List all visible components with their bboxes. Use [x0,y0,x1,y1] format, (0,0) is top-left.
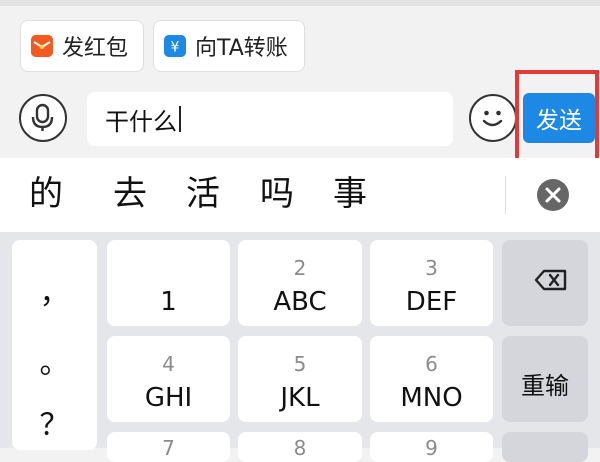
backspace-icon [534,269,567,291]
key-label: GHI [144,383,193,413]
svg-text:¥: ¥ [171,40,180,56]
yuan-transfer-icon: ¥ [164,35,186,57]
key-number: 2 [293,256,307,280]
key-2-abc[interactable]: 2 ABC [238,240,362,326]
key-label: MNO [400,383,463,413]
punctuation-column[interactable]: ， 。 ？ [12,240,97,450]
quick-actions-bar: 发红包 ¥ 向TA转账 [0,6,600,86]
voice-input-button[interactable] [19,94,67,142]
key-6-mno[interactable]: 6 MNO [370,336,493,422]
key-9[interactable]: 9 [370,432,493,462]
key-5-jkl[interactable]: 5 JKL [238,336,362,422]
key-number: 9 [425,436,438,460]
candidate-word[interactable]: 吗 [260,174,294,214]
red-envelope-icon [31,35,53,57]
candidate-word[interactable]: 去 [113,174,147,214]
key-label: JKL [280,383,320,413]
backspace-key[interactable] [502,240,588,326]
punctuation-key[interactable]: ， [12,268,97,312]
candidate-divider [505,176,506,214]
key-label: ABC [273,287,327,317]
red-packet-label: 发红包 [62,36,129,61]
key-4-ghi[interactable]: 4 GHI [107,336,230,422]
transfer-label: 向TA转账 [195,36,288,61]
key-8[interactable]: 8 [238,432,362,462]
key-number: 5 [293,352,307,376]
ime-candidate-bar: 的 去 活 吗 事 [0,158,600,232]
key-7[interactable]: 7 [107,432,230,462]
punctuation-key[interactable]: 。 [12,338,97,382]
key-number: 6 [425,352,438,376]
red-packet-button[interactable]: 发红包 [20,20,144,72]
retype-label: 重输 [521,372,569,400]
candidate-word[interactable]: 活 [186,174,220,214]
message-input-value: 干什么 [105,107,177,136]
key-1[interactable]: 1 [107,240,230,326]
text-caret [179,106,181,132]
composer-bar: 干什么 发送 [0,86,600,158]
send-button[interactable]: 发送 [523,93,595,143]
key-number: 8 [293,436,307,460]
t9-keyboard: ， 。 ？ 1 2 ABC 3 DEF 4 GHI 5 JKL 6 MNO 重输… [0,232,600,462]
candidate-word[interactable]: 事 [333,174,367,214]
key-3-def[interactable]: 3 DEF [370,240,493,326]
candidate-word[interactable]: 的 [29,174,63,214]
retype-key[interactable]: 重输 [502,336,588,422]
smiley-icon [482,110,503,127]
message-input[interactable]: 干什么 [87,92,453,146]
key-number: 7 [162,436,175,460]
punctuation-key[interactable]: ？ [12,400,97,444]
key-number: 3 [425,256,438,280]
key-label: DEF [405,287,458,317]
bottom-function-key[interactable] [502,432,588,462]
close-candidates-button[interactable] [537,179,569,211]
key-label: 1 [160,287,177,317]
close-icon [545,187,561,203]
transfer-button[interactable]: ¥ 向TA转账 [153,20,305,72]
key-number: 4 [162,352,175,376]
microphone-icon [31,103,54,131]
emoji-button[interactable] [469,94,517,142]
